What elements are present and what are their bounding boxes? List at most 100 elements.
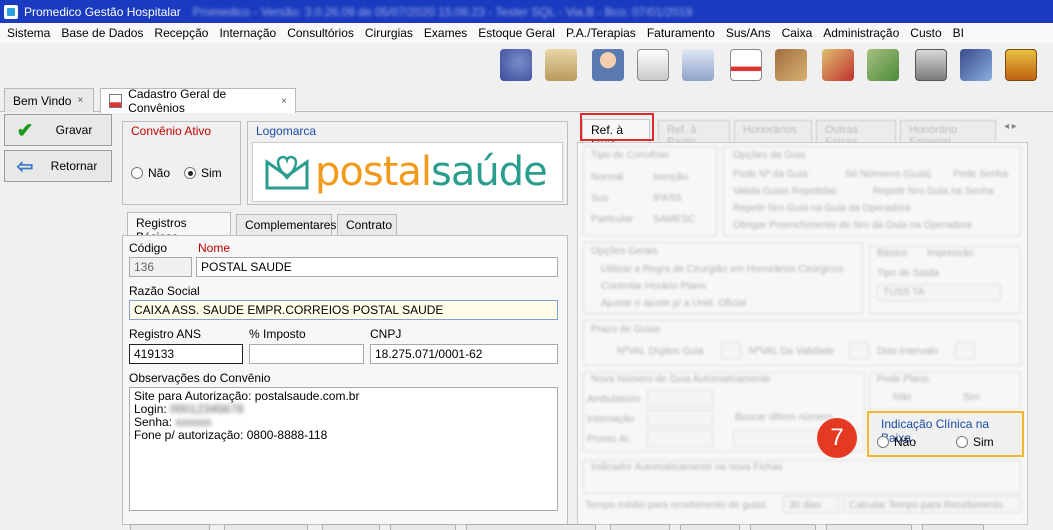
menu-bi[interactable]: BI (949, 26, 971, 40)
tipo-opt[interactable]: Particular (591, 214, 633, 225)
ambulatorio-select[interactable] (647, 390, 713, 407)
tab-contrato[interactable]: Contrato (337, 214, 397, 236)
guia-opt[interactable]: Valida Guias Repetidas (733, 186, 837, 197)
menu-custo[interactable]: Custo (906, 26, 948, 40)
bottom-button[interactable] (680, 524, 740, 530)
pronto-at-select[interactable] (647, 430, 713, 447)
imposto-field[interactable] (249, 344, 364, 364)
tab-honorario-especial[interactable]: Honorário Especial (900, 120, 996, 148)
bed-icon[interactable] (682, 49, 714, 81)
tab-bem-vindo[interactable]: Bem Vindo × (4, 88, 94, 112)
money-up-icon[interactable] (822, 49, 854, 81)
tipo-opt[interactable]: Isenção (653, 172, 688, 183)
ambulance-icon[interactable] (730, 49, 762, 81)
guia-opt[interactable]: Pede Nº da Guia (733, 169, 808, 180)
doctor-icon[interactable] (592, 49, 624, 81)
menu-faturamento[interactable]: Faturamento (643, 26, 722, 40)
guia-opt[interactable]: Obrigar Preenchimento de Nro da Guia na … (733, 220, 971, 231)
bottom-button[interactable] (750, 524, 816, 530)
menu-administracao[interactable]: Administração (819, 26, 906, 40)
gerais-opt[interactable]: Ajustar o ajuste p/ a Unid. Oficial (601, 298, 746, 309)
menu-exames[interactable]: Exames (420, 26, 474, 40)
tab-outras-faixas[interactable]: Outras Faixas (816, 120, 896, 148)
ref-guia-faded-content: Tipo de Convênio Normal Isenção Sus IPAS… (577, 142, 1028, 525)
callout-badge: 7 (817, 418, 857, 458)
menu-base-de-dados[interactable]: Base de Dados (57, 26, 150, 40)
tipo-opt[interactable]: IPASS (653, 193, 682, 204)
convenio-ativo-nao-radio[interactable]: Não (131, 166, 170, 180)
pede-plano-nao[interactable]: Não (893, 392, 911, 403)
prazo-field[interactable] (721, 342, 741, 359)
indicacao-nao-radio[interactable]: Não (877, 435, 916, 449)
people-photo-icon[interactable] (545, 49, 577, 81)
prazo-opt[interactable]: NºVAL Da Validade (749, 346, 834, 357)
bottom-button[interactable] (224, 524, 308, 530)
phone-book-icon[interactable] (1005, 49, 1037, 81)
guia-opt[interactable]: Repetir Nro Guia na Senha (873, 186, 994, 197)
back-button[interactable]: ⇦ Retornar (4, 150, 112, 182)
menu-consultorios[interactable]: Consultórios (283, 26, 361, 40)
tab-honorarios[interactable]: Honorários (734, 120, 812, 142)
dias-intervalo-field[interactable] (955, 342, 975, 359)
tab-complementares[interactable]: Complementares (236, 214, 336, 236)
tab-cadastro-convenios[interactable]: Cadastro Geral de Convênios × (100, 87, 296, 115)
bottom-button[interactable] (466, 524, 596, 530)
money-down-icon[interactable] (867, 49, 899, 81)
registro-ans-field[interactable]: 419133 (129, 344, 243, 364)
users-refresh-icon[interactable] (500, 49, 532, 81)
cnpj-field[interactable]: 18.275.071/0001-62 (370, 344, 558, 364)
tipo-opt[interactable]: Normal (591, 172, 623, 183)
guia-opt[interactable]: Pede Senha (953, 169, 1008, 180)
menu-recepcao[interactable]: Recepção (150, 26, 215, 40)
close-icon[interactable]: × (77, 95, 83, 106)
tab-registros-basicos[interactable]: Registros Básicos (127, 212, 231, 244)
prazo-opt[interactable]: NºVAL Dígitos Guia (617, 346, 703, 357)
bottom-button[interactable] (610, 524, 670, 530)
tipo-opt[interactable]: Sus (591, 193, 608, 204)
prazo-field[interactable] (849, 342, 869, 359)
guia-opt[interactable]: Repetir Nro Guia na Guia da Operadora (733, 203, 910, 214)
save-button-label: Gravar (55, 123, 93, 137)
logo-image[interactable]: postal saúde (252, 142, 563, 202)
pede-plano-sim[interactable]: Sim (963, 392, 980, 403)
tab-ref-pagto[interactable]: Ref. à Pagto (658, 120, 730, 148)
internacao-select[interactable] (647, 410, 713, 427)
cash-register-icon[interactable] (960, 49, 992, 81)
gerais-opt[interactable]: Controlar Horário Plano (601, 281, 706, 292)
menu-caixa[interactable]: Caixa (778, 26, 820, 40)
clipboard-icon[interactable] (637, 49, 669, 81)
nome-field[interactable]: POSTAL SAUDE (196, 257, 558, 277)
observacoes-memo[interactable]: Site para Autorização: postalsaude.com.b… (129, 387, 558, 511)
box-tools-icon[interactable] (775, 49, 807, 81)
bottom-button[interactable] (390, 524, 456, 530)
bottom-button[interactable] (922, 524, 984, 530)
sub-tab-basico[interactable]: Básico (877, 248, 907, 259)
menu-sus-ans[interactable]: Sus/Ans (722, 26, 778, 40)
tipo-opt[interactable]: SAMESC (653, 214, 695, 225)
menu-cirurgias[interactable]: Cirurgias (361, 26, 420, 40)
indicacao-sim-radio[interactable]: Sim (956, 435, 994, 449)
sub-tab-impressao[interactable]: Impressão (927, 248, 974, 259)
buscar-label[interactable]: Buscar último número (735, 412, 832, 423)
window-title: Promedico Gestão Hospitalar (24, 4, 181, 19)
registro-ans-label: Registro ANS (129, 327, 202, 341)
scroll-tabs-icon[interactable]: ◂ ▸ (1004, 121, 1017, 132)
menu-pa-terapias[interactable]: P.A./Terapias (562, 26, 643, 40)
menu-estoque-geral[interactable]: Estoque Geral (474, 26, 562, 40)
gerais-opt[interactable]: Utilizar a Regra de Cirurgião em Honorár… (601, 264, 843, 275)
app-icon (4, 4, 18, 19)
safe-icon[interactable] (915, 49, 947, 81)
convenio-ativo-sim-radio[interactable]: Sim (184, 166, 222, 180)
menu-internacao[interactable]: Internação (215, 26, 283, 40)
bottom-button[interactable] (322, 524, 380, 530)
guia-opt[interactable]: Só Números (Guia) (845, 169, 931, 180)
save-button[interactable]: ✔ Gravar (4, 114, 112, 146)
close-icon[interactable]: × (281, 96, 287, 107)
logo-text-a: postal (315, 149, 432, 195)
convenio-ativo-title: Convênio Ativo (131, 124, 212, 138)
razao-social-field[interactable]: CAIXA ASS. SAUDE EMPR.CORREIOS POSTAL SA… (129, 300, 558, 320)
bottom-button[interactable] (130, 524, 210, 530)
bottom-button[interactable] (826, 524, 912, 530)
menu-sistema[interactable]: Sistema (3, 26, 57, 40)
obs-line: Senha: xxxxxx (134, 415, 212, 429)
